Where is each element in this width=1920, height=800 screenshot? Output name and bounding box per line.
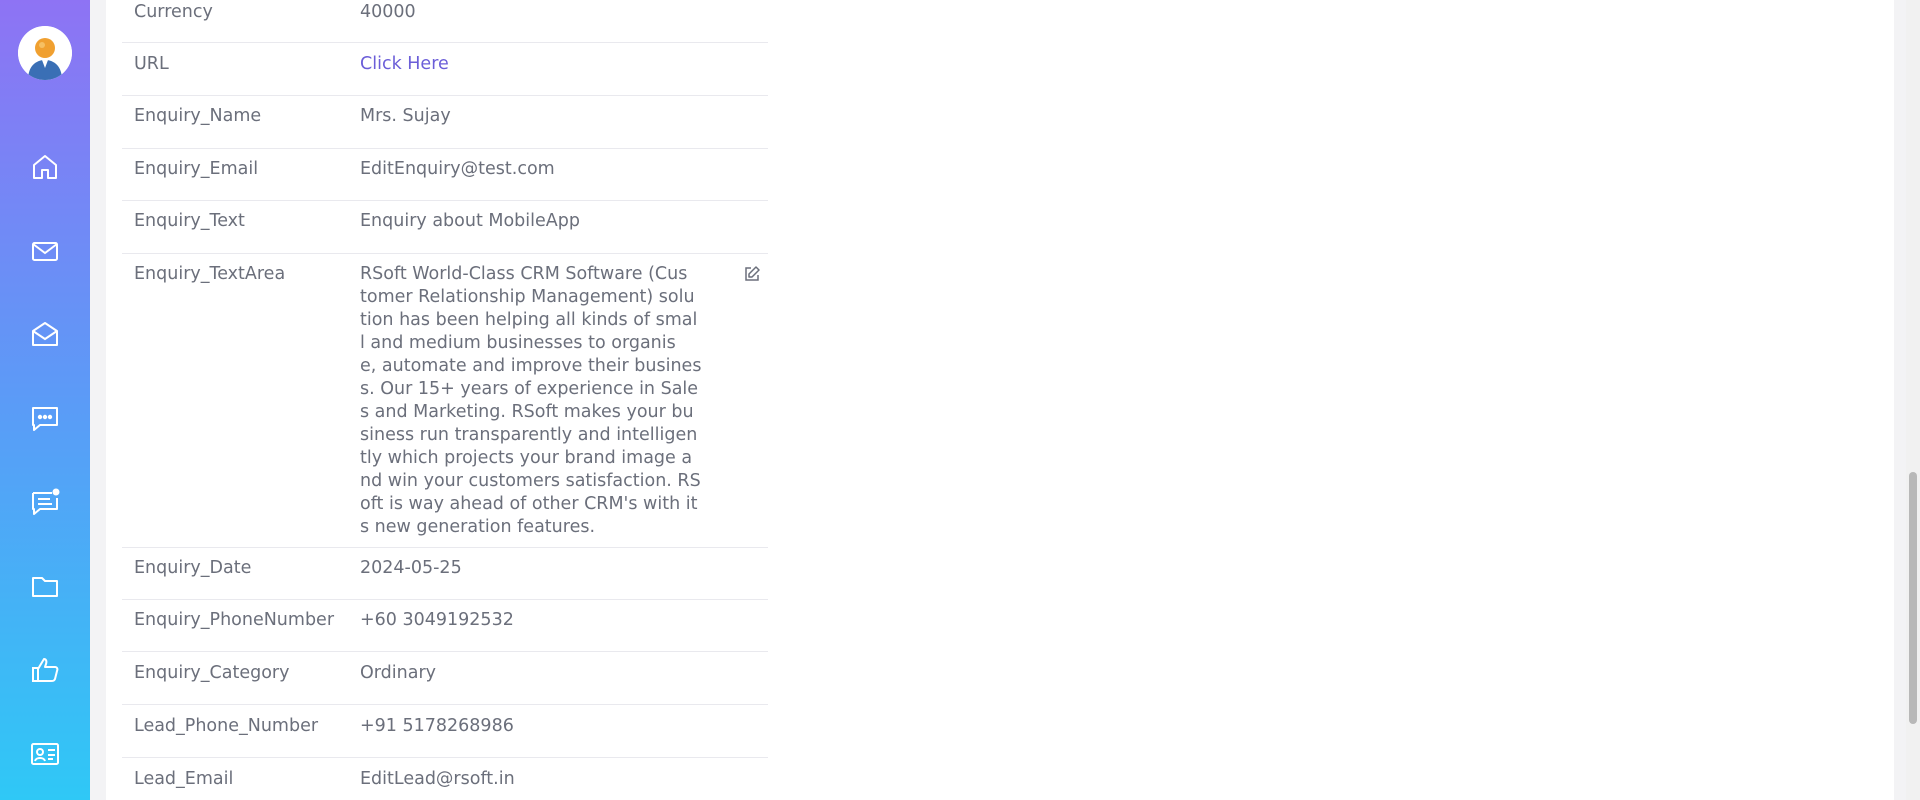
- table-row: Enquiry_PhoneNumber +60 3049192532: [122, 600, 768, 652]
- chat-icon[interactable]: [28, 401, 62, 435]
- field-label: Lead_Phone_Number: [134, 716, 319, 736]
- field-value: 2024-05-25: [360, 558, 462, 578]
- scrollbar-thumb[interactable]: [1909, 472, 1917, 724]
- field-label: Lead_Email: [134, 769, 234, 789]
- home-icon[interactable]: [28, 150, 62, 184]
- field-value: Enquiry about MobileApp: [360, 211, 580, 231]
- field-value: +91 5178268986: [360, 716, 514, 736]
- url-link[interactable]: Click Here: [360, 54, 449, 74]
- field-value-textarea: RSoft World-Class CRM Software (Cus tome…: [360, 264, 702, 537]
- table-row: Enquiry_TextArea RSoft World-Class CRM S…: [122, 254, 768, 548]
- field-label: Enquiry_TextArea: [134, 264, 286, 284]
- detail-panel: Currency 40000 URL Click Here Enquiry_Na…: [106, 0, 1894, 800]
- table-row: Enquiry_Date 2024-05-25: [122, 548, 768, 600]
- table-row: URL Click Here: [122, 43, 768, 96]
- folder-icon[interactable]: [28, 569, 62, 603]
- mail-icon[interactable]: [28, 234, 62, 268]
- edit-icon[interactable]: [742, 264, 762, 284]
- field-value: Mrs. Sujay: [360, 106, 451, 126]
- sidebar: [0, 0, 90, 800]
- table-row: Enquiry_Text Enquiry about MobileApp: [122, 201, 768, 254]
- field-label: Currency: [134, 2, 213, 22]
- field-label: URL: [134, 54, 169, 74]
- field-value: EditLead@rsoft.in: [360, 769, 515, 789]
- table-row: Lead_Email EditLead@rsoft.in: [122, 758, 768, 800]
- table-row: Enquiry_Name Mrs. Sujay: [122, 96, 768, 149]
- notification-chat-icon[interactable]: [28, 485, 62, 519]
- field-value: EditEnquiry@test.com: [360, 159, 555, 179]
- field-label: Enquiry_Category: [134, 663, 290, 683]
- user-avatar[interactable]: [18, 26, 72, 80]
- table-row: Lead_Phone_Number +91 5178268986: [122, 705, 768, 758]
- field-label: Enquiry_PhoneNumber: [134, 610, 335, 630]
- field-label: Enquiry_Name: [134, 106, 262, 126]
- table-row: Enquiry_Email EditEnquiry@test.com: [122, 149, 768, 201]
- field-value: 40000: [360, 2, 416, 22]
- table-row: Enquiry_Category Ordinary: [122, 652, 768, 705]
- field-value: +60 3049192532: [360, 610, 514, 630]
- field-label: Enquiry_Date: [134, 558, 252, 578]
- field-value: Ordinary: [360, 663, 436, 683]
- contact-card-icon[interactable]: [28, 737, 62, 771]
- field-label: Enquiry_Text: [134, 211, 245, 231]
- table-row: Currency 40000: [122, 0, 768, 43]
- mail-open-icon[interactable]: [28, 317, 62, 351]
- thumbs-up-icon[interactable]: [28, 653, 62, 687]
- field-label: Enquiry_Email: [134, 159, 259, 179]
